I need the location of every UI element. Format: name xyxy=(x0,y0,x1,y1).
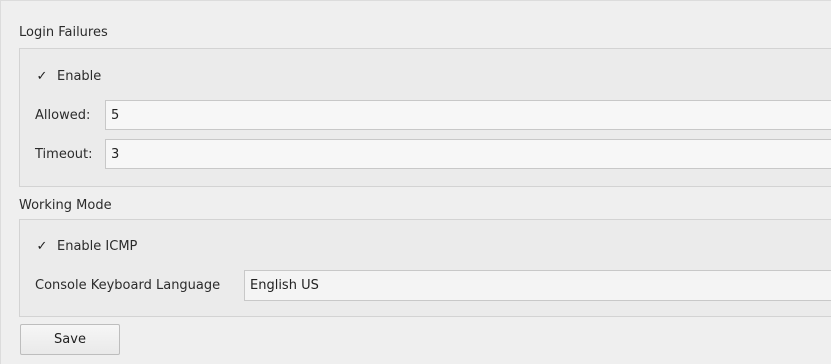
allowed-label: Allowed: xyxy=(35,108,91,123)
timeout-label: Timeout: xyxy=(35,147,93,162)
enable-checkbox-row[interactable]: ✓ Enable xyxy=(35,67,102,85)
working-mode-group xyxy=(19,219,831,317)
enable-label: Enable xyxy=(57,68,102,84)
login-failures-title: Login Failures xyxy=(19,25,108,40)
enable-icmp-label: Enable ICMP xyxy=(57,238,138,254)
enable-icmp-checkbox[interactable]: ✓ xyxy=(35,239,49,254)
allowed-input[interactable]: 5 xyxy=(105,100,831,130)
keyboard-language-select[interactable]: English US xyxy=(244,270,831,301)
enable-icmp-checkbox-row[interactable]: ✓ Enable ICMP xyxy=(35,237,138,255)
settings-panel: Login Failures ✓ Enable Allowed: 5 Timeo… xyxy=(0,0,831,364)
enable-checkbox[interactable]: ✓ xyxy=(35,69,49,84)
working-mode-title: Working Mode xyxy=(19,198,112,213)
save-button[interactable]: Save xyxy=(20,324,120,355)
timeout-input[interactable]: 3 xyxy=(105,139,831,169)
keyboard-language-label: Console Keyboard Language xyxy=(35,278,221,293)
